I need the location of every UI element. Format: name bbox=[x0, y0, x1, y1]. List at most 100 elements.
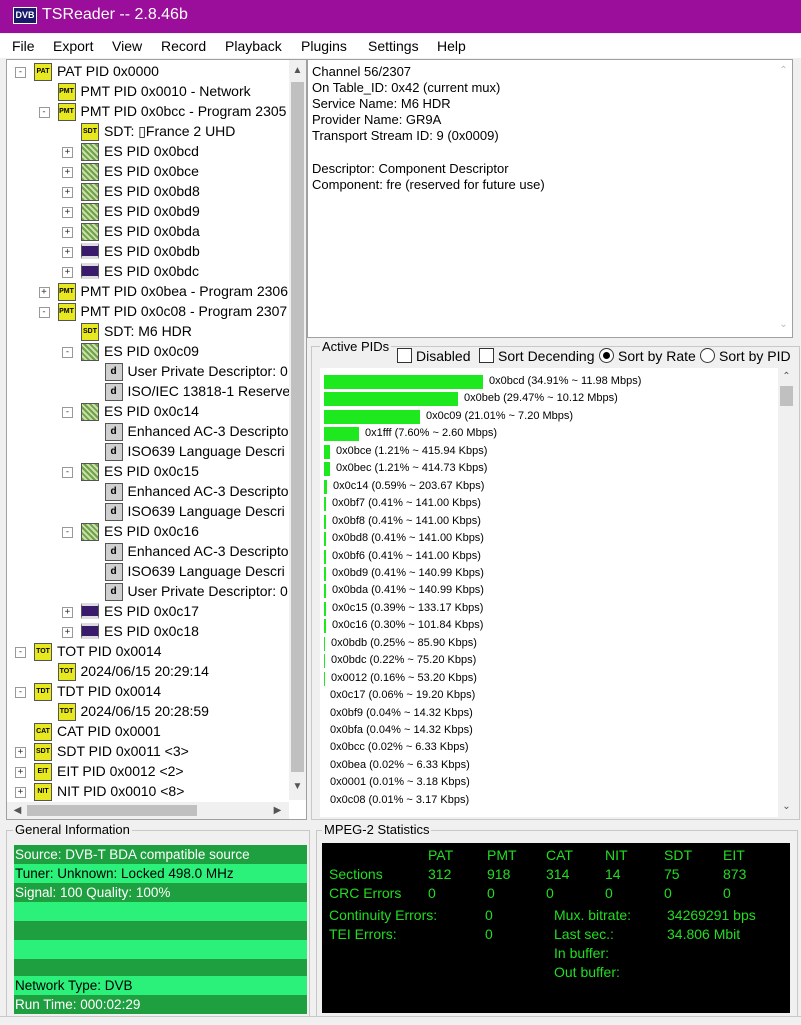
collapse-icon[interactable]: - bbox=[38, 307, 50, 318]
collapse-icon[interactable]: - bbox=[15, 687, 26, 698]
tree-node[interactable]: - ES PID 0x0c14 bbox=[7, 402, 289, 422]
tree-node[interactable]: SDT SDT: ▯France 2 UHD bbox=[7, 122, 289, 142]
expand-icon[interactable]: + bbox=[15, 787, 26, 798]
radio-selected-icon[interactable] bbox=[599, 348, 614, 363]
collapse-icon[interactable]: - bbox=[62, 407, 73, 418]
tree-node[interactable]: d User Private Descriptor: 0 bbox=[7, 582, 289, 602]
tree-node[interactable]: + NIT NIT PID 0x0010 <8> bbox=[7, 782, 289, 802]
disabled-checkbox[interactable]: Disabled bbox=[397, 348, 470, 364]
scroll-down-icon[interactable]: ⌄ bbox=[775, 316, 792, 333]
sort-by-rate-radio[interactable]: Sort by Rate bbox=[599, 348, 696, 364]
menu-playback[interactable]: Playback bbox=[225, 38, 282, 54]
menu-settings[interactable]: Settings bbox=[368, 38, 419, 54]
expand-icon[interactable]: + bbox=[62, 247, 73, 258]
tree-node[interactable]: + ES PID 0x0bd8 bbox=[7, 182, 289, 202]
checkbox-box[interactable] bbox=[397, 348, 412, 363]
tree-horizontal-scrollbar[interactable]: ◀ ▶ bbox=[7, 802, 289, 819]
expand-icon[interactable]: + bbox=[62, 147, 73, 158]
menu-file[interactable]: File bbox=[12, 38, 35, 54]
collapse-icon[interactable]: - bbox=[62, 467, 73, 478]
sort-descending-checkbox[interactable]: Sort Decending bbox=[479, 348, 595, 364]
radio-icon[interactable] bbox=[700, 348, 715, 363]
expand-icon[interactable]: + bbox=[15, 767, 26, 778]
tree-node[interactable]: SDT SDT: M6 HDR bbox=[7, 322, 289, 342]
scroll-down-icon[interactable]: ⌄ bbox=[778, 798, 795, 815]
collapse-icon[interactable]: - bbox=[15, 647, 26, 658]
collapse-icon[interactable]: - bbox=[62, 527, 73, 538]
expand-icon[interactable]: + bbox=[62, 267, 73, 278]
scroll-up-icon[interactable]: ▲ bbox=[289, 62, 306, 79]
tree-node[interactable]: + SDT SDT PID 0x0011 <3> bbox=[7, 742, 289, 762]
tree-node[interactable]: - PAT PAT PID 0x0000 bbox=[7, 62, 289, 82]
tree-node[interactable]: + ES PID 0x0bdc bbox=[7, 262, 289, 282]
tree-scroll-thumb[interactable] bbox=[291, 82, 304, 772]
collapse-icon[interactable]: - bbox=[62, 347, 73, 358]
tdt-table-icon: TDT bbox=[34, 683, 52, 701]
expand-icon[interactable]: + bbox=[62, 207, 73, 218]
pids-vertical-scrollbar[interactable]: ⌃ ⌄ bbox=[778, 368, 795, 817]
sdt-table-icon: SDT bbox=[34, 743, 52, 761]
collapse-icon[interactable]: - bbox=[38, 107, 50, 118]
tree-node[interactable]: + ES PID 0x0c17 bbox=[7, 602, 289, 622]
tree-node[interactable]: - TDT TDT PID 0x0014 bbox=[7, 682, 289, 702]
tree-node[interactable]: + ES PID 0x0bcd bbox=[7, 142, 289, 162]
tree-node[interactable]: TDT 2024/06/15 20:28:59 bbox=[7, 702, 289, 722]
expand-icon[interactable]: + bbox=[62, 627, 73, 638]
tree-node[interactable]: TOT 2024/06/15 20:29:14 bbox=[7, 662, 289, 682]
tree-node[interactable]: - PMT PMT PID 0x0c08 - Program 2307 bbox=[7, 302, 289, 322]
scroll-up-icon[interactable]: ⌃ bbox=[775, 62, 792, 79]
expand-icon[interactable]: + bbox=[62, 167, 73, 178]
tree-node[interactable]: + PMT PMT PID 0x0bea - Program 2306 bbox=[7, 282, 289, 302]
tree-node[interactable]: d Enhanced AC-3 Descripto bbox=[7, 422, 289, 442]
tree-vertical-scrollbar[interactable]: ▲ ▼ bbox=[289, 60, 306, 800]
menu-plugins[interactable]: Plugins bbox=[301, 38, 347, 54]
expand-icon[interactable]: + bbox=[62, 607, 73, 618]
descriptor-info-pane[interactable]: Channel 56/2307 On Table_ID: 0x42 (curre… bbox=[307, 59, 793, 338]
tree-node[interactable]: + ES PID 0x0c18 bbox=[7, 622, 289, 642]
tree-node[interactable]: + ES PID 0x0bda bbox=[7, 222, 289, 242]
tree-node[interactable]: d User Private Descriptor: 0 bbox=[7, 362, 289, 382]
tree-node[interactable]: - TOT TOT PID 0x0014 bbox=[7, 642, 289, 662]
sort-by-pid-radio[interactable]: Sort by PID bbox=[700, 348, 791, 364]
tree-hscroll-thumb[interactable] bbox=[27, 805, 197, 816]
crc-errors-label: CRC Errors bbox=[329, 885, 402, 901]
tree-node[interactable]: d ISO639 Language Descri bbox=[7, 442, 289, 462]
crc-value: 0 bbox=[605, 885, 613, 901]
menu-view[interactable]: View bbox=[112, 38, 142, 54]
general-info-row bbox=[14, 921, 307, 940]
tree-node[interactable]: CAT CAT PID 0x0001 bbox=[7, 722, 289, 742]
tree-node[interactable]: - ES PID 0x0c15 bbox=[7, 462, 289, 482]
tree-node[interactable]: d ISO639 Language Descri bbox=[7, 502, 289, 522]
checkbox-box[interactable] bbox=[479, 348, 494, 363]
active-pids-list[interactable]: 0x0bcd (34.91% ~ 11.98 Mbps) 0x0beb (29.4… bbox=[320, 368, 795, 817]
scroll-down-icon[interactable]: ▼ bbox=[289, 778, 306, 795]
menu-help[interactable]: Help bbox=[437, 38, 466, 54]
tree-node[interactable]: + ES PID 0x0bce bbox=[7, 162, 289, 182]
tree-node[interactable]: - ES PID 0x0c16 bbox=[7, 522, 289, 542]
expand-icon[interactable]: + bbox=[15, 747, 26, 758]
tree-node[interactable]: d Enhanced AC-3 Descripto bbox=[7, 542, 289, 562]
scroll-left-icon[interactable]: ◀ bbox=[9, 802, 26, 819]
menu-record[interactable]: Record bbox=[161, 38, 206, 54]
tree-node[interactable]: d Enhanced AC-3 Descripto bbox=[7, 482, 289, 502]
scroll-up-icon[interactable]: ⌃ bbox=[778, 368, 795, 385]
collapse-icon[interactable]: - bbox=[15, 67, 26, 78]
tree-node[interactable]: + ES PID 0x0bdb bbox=[7, 242, 289, 262]
pid-tree-pane[interactable]: - PAT PAT PID 0x0000 PMT PMT PID 0x0010 - Ne… bbox=[6, 59, 307, 820]
tree-node[interactable]: d ISO/IEC 13818-1 Reserve bbox=[7, 382, 290, 402]
pids-scroll-thumb[interactable] bbox=[780, 386, 793, 406]
expand-icon[interactable]: + bbox=[62, 227, 73, 238]
tree-node[interactable]: + ES PID 0x0bd9 bbox=[7, 202, 289, 222]
tree-node-label: PMT PID 0x0c08 - Program 2307 bbox=[80, 303, 288, 319]
info-vertical-scrollbar[interactable]: ⌃ ⌄ bbox=[775, 60, 792, 337]
tree-node[interactable]: + EIT EIT PID 0x0012 <2> bbox=[7, 762, 289, 782]
tree-node[interactable]: - PMT PMT PID 0x0bcc - Program 2305 bbox=[7, 102, 289, 122]
menu-export[interactable]: Export bbox=[53, 38, 93, 54]
tree-node[interactable]: PMT PMT PID 0x0010 - Network bbox=[7, 82, 289, 102]
expand-icon[interactable]: + bbox=[62, 187, 73, 198]
tree-node[interactable]: d ISO639 Language Descri bbox=[7, 562, 289, 582]
expand-icon[interactable]: + bbox=[38, 287, 50, 298]
sort-by-pid-label: Sort by PID bbox=[719, 348, 791, 364]
tree-node[interactable]: - ES PID 0x0c09 bbox=[7, 342, 289, 362]
scroll-right-icon[interactable]: ▶ bbox=[269, 802, 286, 819]
